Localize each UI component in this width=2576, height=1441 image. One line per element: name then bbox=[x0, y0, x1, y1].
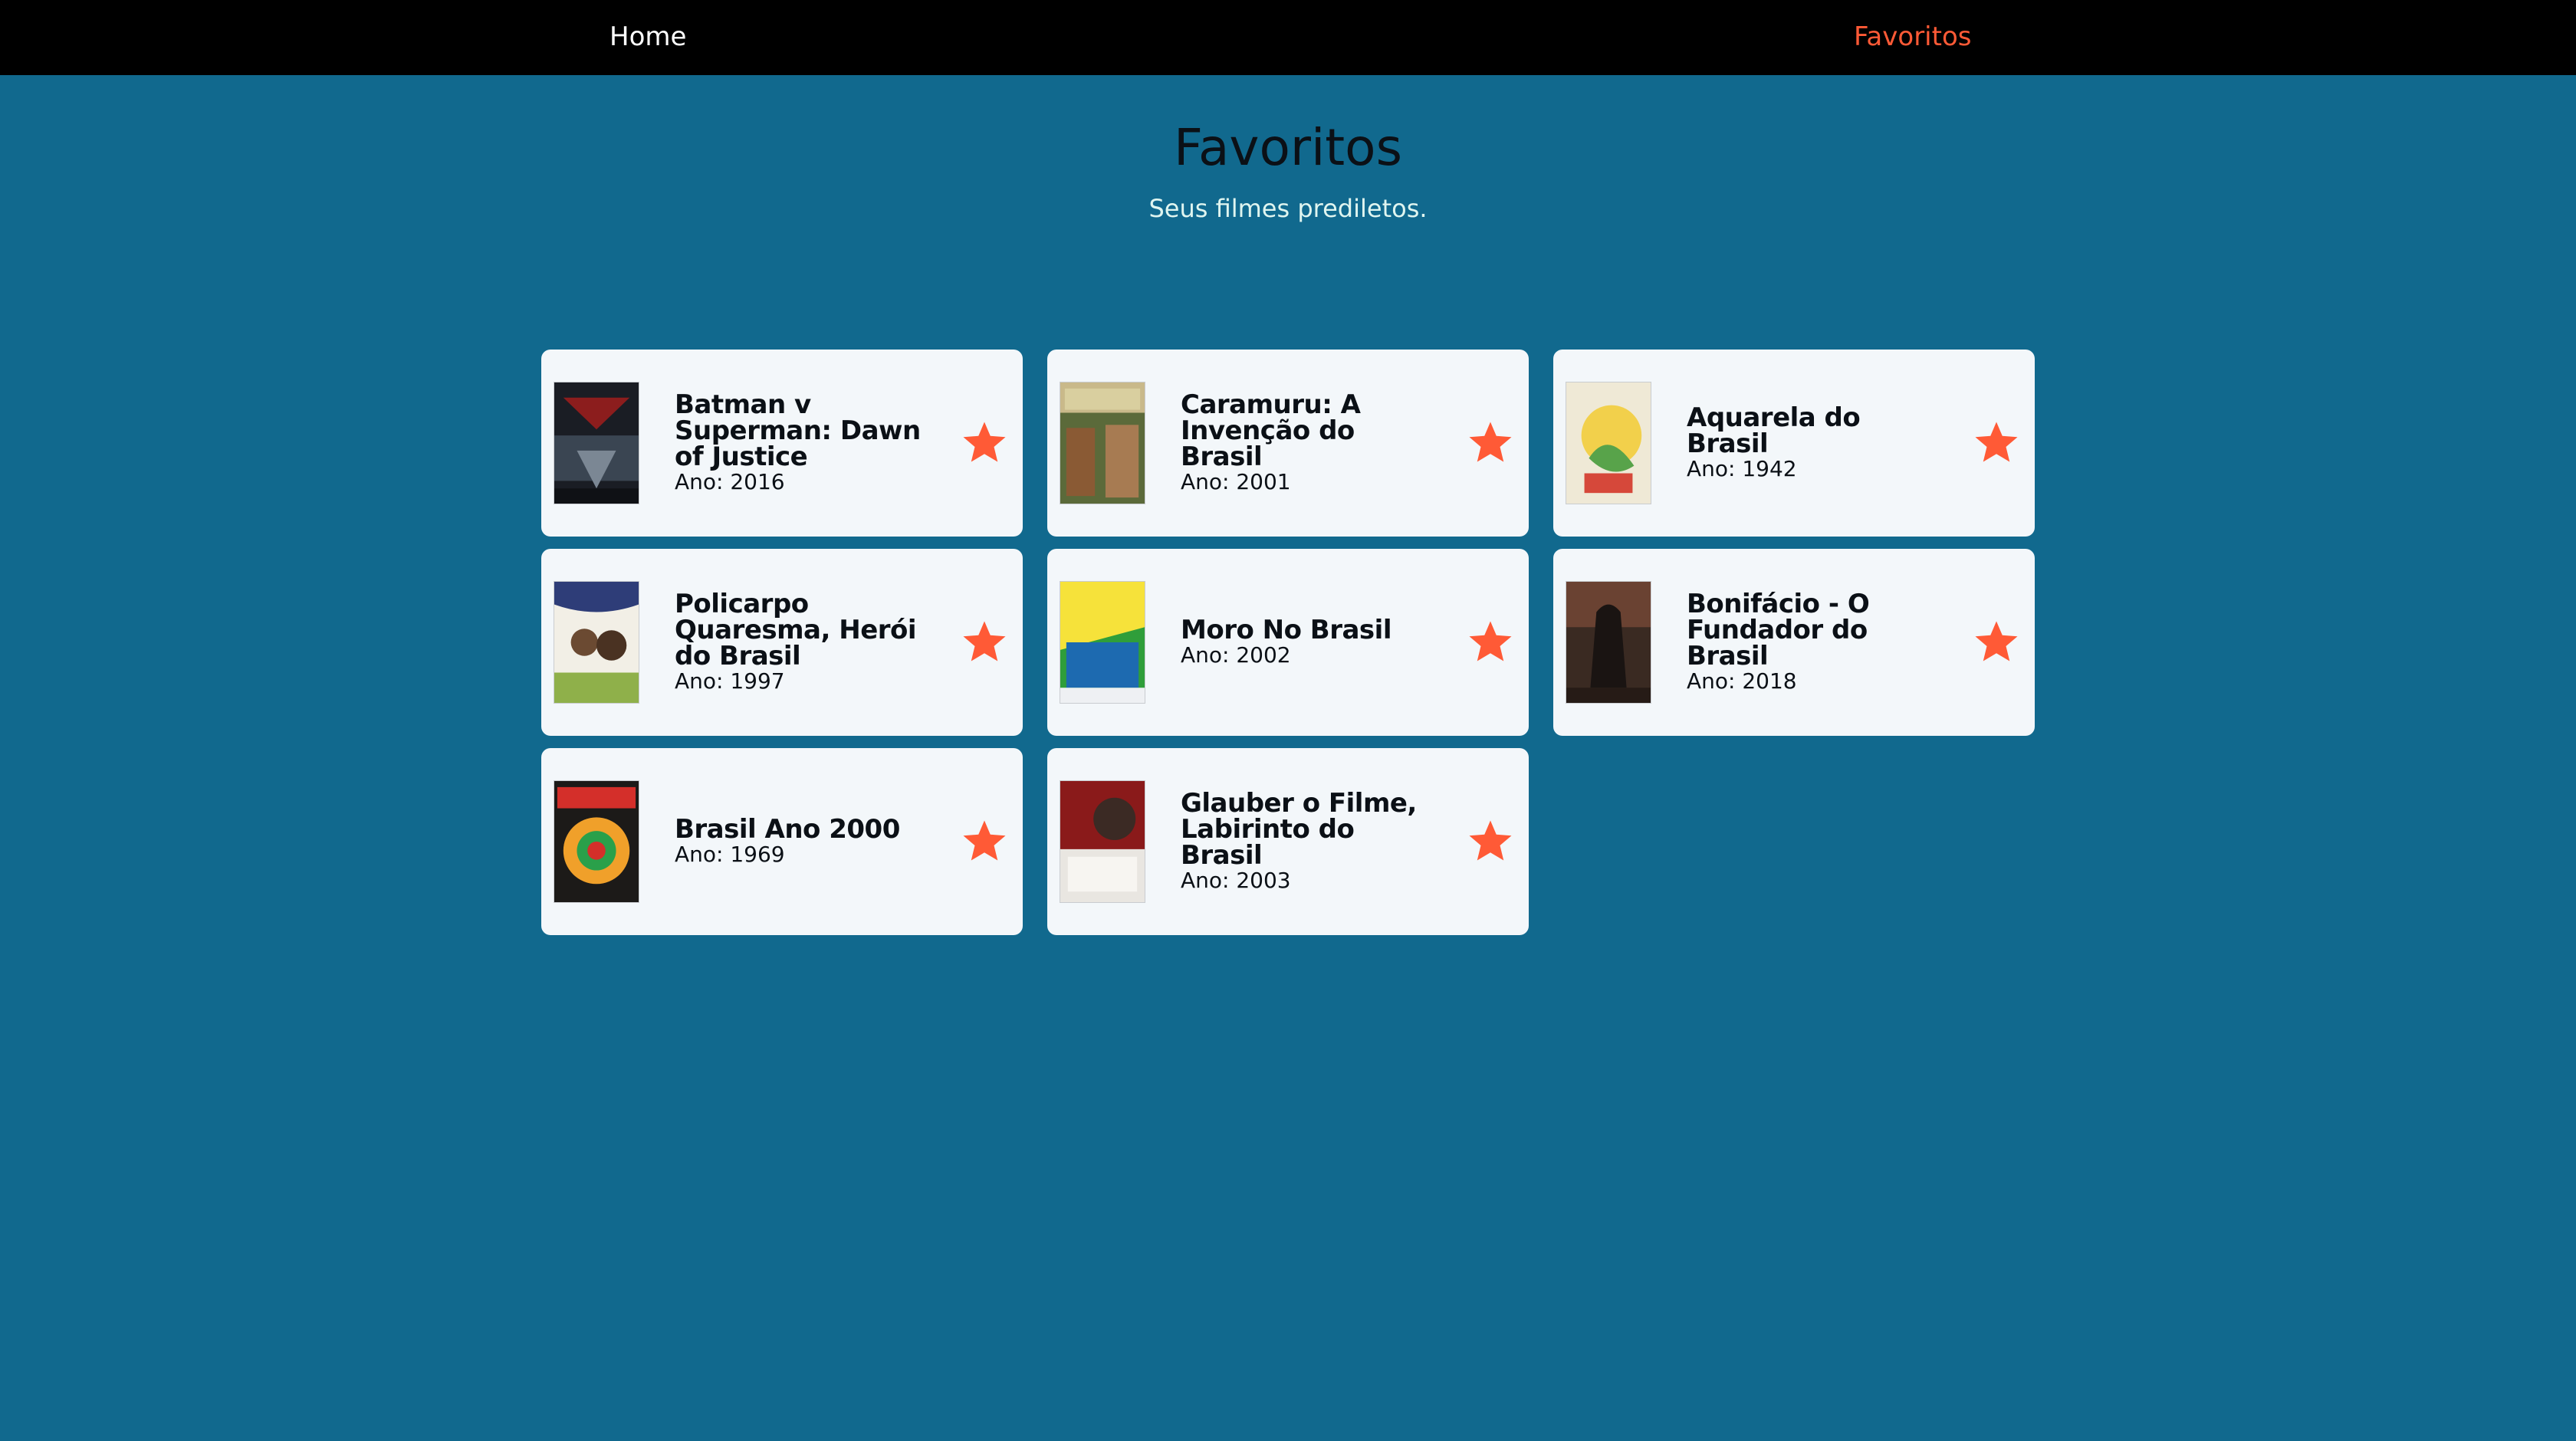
movie-title: Caramuru: A Invenção do Brasil bbox=[1181, 389, 1361, 472]
movie-card[interactable]: Glauber o Filme, Labirinto do Brasil Ano… bbox=[1047, 748, 1529, 935]
movie-poster[interactable] bbox=[1060, 780, 1145, 903]
movie-card[interactable]: Batman v Superman: Dawn of Justice Ano: … bbox=[541, 350, 1023, 537]
movie-info: Caramuru: A Invenção do Brasil Ano: 2001 bbox=[1181, 350, 1441, 537]
movie-year: Ano: 1942 bbox=[1687, 456, 1797, 481]
movie-info: Moro No Brasil Ano: 2002 bbox=[1181, 549, 1441, 736]
movie-card[interactable]: Bonifácio - O Fundador do Brasil Ano: 20… bbox=[1553, 549, 2035, 736]
movie-poster[interactable] bbox=[554, 581, 639, 704]
movie-info: Aquarela do Brasil Ano: 1942 bbox=[1687, 350, 1947, 537]
movie-year: Ano: 2018 bbox=[1687, 668, 1797, 694]
top-navbar: Home Favoritos bbox=[0, 0, 2576, 75]
star-icon[interactable] bbox=[961, 819, 1007, 864]
movie-title: Aquarela do Brasil bbox=[1687, 402, 1861, 459]
movie-title: Bonifácio - O Fundador do Brasil bbox=[1687, 589, 1870, 671]
movie-card[interactable]: Aquarela do Brasil Ano: 1942 bbox=[1553, 350, 2035, 537]
movie-year: Ano: 1997 bbox=[675, 668, 785, 694]
movie-year: Ano: 2001 bbox=[1181, 469, 1291, 494]
movie-title: Batman v Superman: Dawn of Justice bbox=[675, 389, 921, 472]
movie-card[interactable]: Policarpo Quaresma, Herói do Brasil Ano:… bbox=[541, 549, 1023, 736]
movie-year: Ano: 2003 bbox=[1181, 868, 1291, 893]
page-subtitle: Seus filmes prediletos. bbox=[1148, 194, 1428, 223]
movie-card[interactable]: Moro No Brasil Ano: 2002 bbox=[1047, 549, 1529, 736]
movie-year: Ano: 1969 bbox=[675, 842, 785, 867]
nav-home-link[interactable]: Home bbox=[610, 18, 686, 55]
movie-poster[interactable] bbox=[1060, 382, 1145, 504]
page-title: Favoritos bbox=[1174, 118, 1402, 177]
movie-info: Glauber o Filme, Labirinto do Brasil Ano… bbox=[1181, 748, 1441, 935]
movie-card[interactable]: Caramuru: A Invenção do Brasil Ano: 2001 bbox=[1047, 350, 1529, 537]
movie-year: Ano: 2002 bbox=[1181, 642, 1291, 668]
movie-title: Policarpo Quaresma, Herói do Brasil bbox=[675, 589, 917, 671]
movie-poster[interactable] bbox=[1060, 581, 1145, 704]
star-icon[interactable] bbox=[1467, 620, 1513, 665]
movie-poster[interactable] bbox=[1566, 581, 1651, 704]
movie-card[interactable]: Brasil Ano 2000 Ano: 1969 bbox=[541, 748, 1023, 935]
movie-year: Ano: 2016 bbox=[675, 469, 785, 494]
favorites-grid: Batman v Superman: Dawn of Justice Ano: … bbox=[541, 350, 2036, 935]
movie-title: Moro No Brasil bbox=[1181, 615, 1392, 645]
star-icon[interactable] bbox=[1467, 819, 1513, 864]
movie-poster[interactable] bbox=[554, 382, 639, 504]
movie-poster[interactable] bbox=[554, 780, 639, 903]
star-icon[interactable] bbox=[1973, 421, 2019, 465]
movie-poster[interactable] bbox=[1566, 382, 1651, 504]
nav-favorites-link[interactable]: Favoritos bbox=[1854, 18, 1971, 55]
movie-info: Brasil Ano 2000 Ano: 1969 bbox=[675, 748, 935, 935]
movie-info: Bonifácio - O Fundador do Brasil Ano: 20… bbox=[1687, 549, 1947, 736]
star-icon[interactable] bbox=[1973, 620, 2019, 665]
star-icon[interactable] bbox=[961, 620, 1007, 665]
star-icon[interactable] bbox=[1467, 421, 1513, 465]
movie-title: Glauber o Filme, Labirinto do Brasil bbox=[1181, 788, 1417, 871]
movie-title: Brasil Ano 2000 bbox=[675, 814, 900, 845]
movie-info: Policarpo Quaresma, Herói do Brasil Ano:… bbox=[675, 549, 935, 736]
movie-info: Batman v Superman: Dawn of Justice Ano: … bbox=[675, 350, 935, 537]
star-icon[interactable] bbox=[961, 421, 1007, 465]
